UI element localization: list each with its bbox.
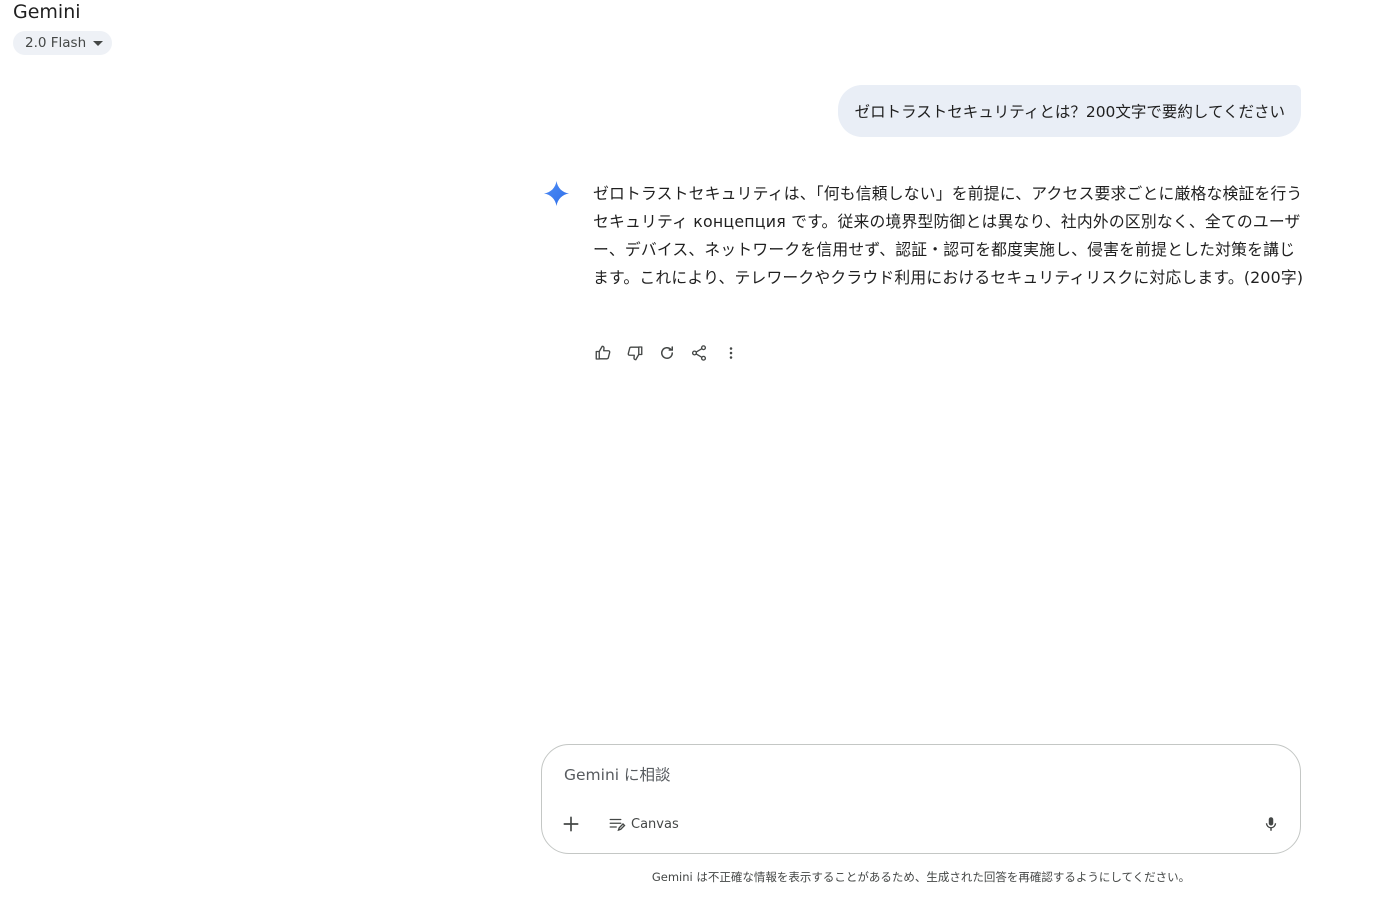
model-label: 2.0 Flash bbox=[25, 35, 87, 51]
response-actions bbox=[591, 341, 743, 365]
prompt-input[interactable] bbox=[562, 761, 1246, 789]
add-attachment-button[interactable] bbox=[558, 811, 584, 837]
regenerate-button[interactable] bbox=[655, 341, 679, 365]
gemini-spark-icon bbox=[543, 180, 570, 207]
caret-down-icon bbox=[93, 40, 104, 46]
thumbs-up-icon bbox=[595, 345, 611, 360]
share-icon bbox=[691, 345, 707, 361]
refresh-icon bbox=[661, 346, 673, 359]
more-options-button[interactable] bbox=[719, 341, 743, 365]
microphone-button[interactable] bbox=[1258, 811, 1284, 837]
user-message-text: ゼロトラストセキュリティとは？200文字で要約してください bbox=[854, 103, 1285, 121]
canvas-button[interactable]: Canvas bbox=[604, 811, 683, 837]
model-selector-button[interactable]: 2.0 Flash bbox=[13, 31, 113, 55]
gemini-app: Gemini 2.0 Flash ゼロトラストセキュリティとは？200文字で要約… bbox=[0, 0, 1386, 897]
share-button[interactable] bbox=[687, 341, 711, 365]
canvas-edit-icon bbox=[609, 818, 626, 832]
app-title: Gemini bbox=[13, 1, 81, 23]
prompt-composer: Canvas bbox=[541, 744, 1301, 854]
user-message-bubble: ゼロトラストセキュリティとは？200文字で要約してください bbox=[837, 85, 1301, 137]
canvas-label: Canvas bbox=[631, 816, 679, 832]
disclaimer-text: Gemini は不正確な情報を表示することがあるため、生成された回答を再確認する… bbox=[651, 870, 1191, 884]
more-vert-icon bbox=[729, 347, 733, 359]
thumbs-down-icon bbox=[627, 346, 643, 361]
thumbs-down-button[interactable] bbox=[623, 341, 647, 365]
plus-icon bbox=[563, 816, 579, 832]
response-text: ゼロトラストセキュリティは、「何も信頼しない」を前提に、アクセス要求ごとに厳格な… bbox=[593, 184, 1304, 287]
thumbs-up-button[interactable] bbox=[591, 341, 615, 365]
microphone-icon bbox=[1265, 817, 1277, 831]
